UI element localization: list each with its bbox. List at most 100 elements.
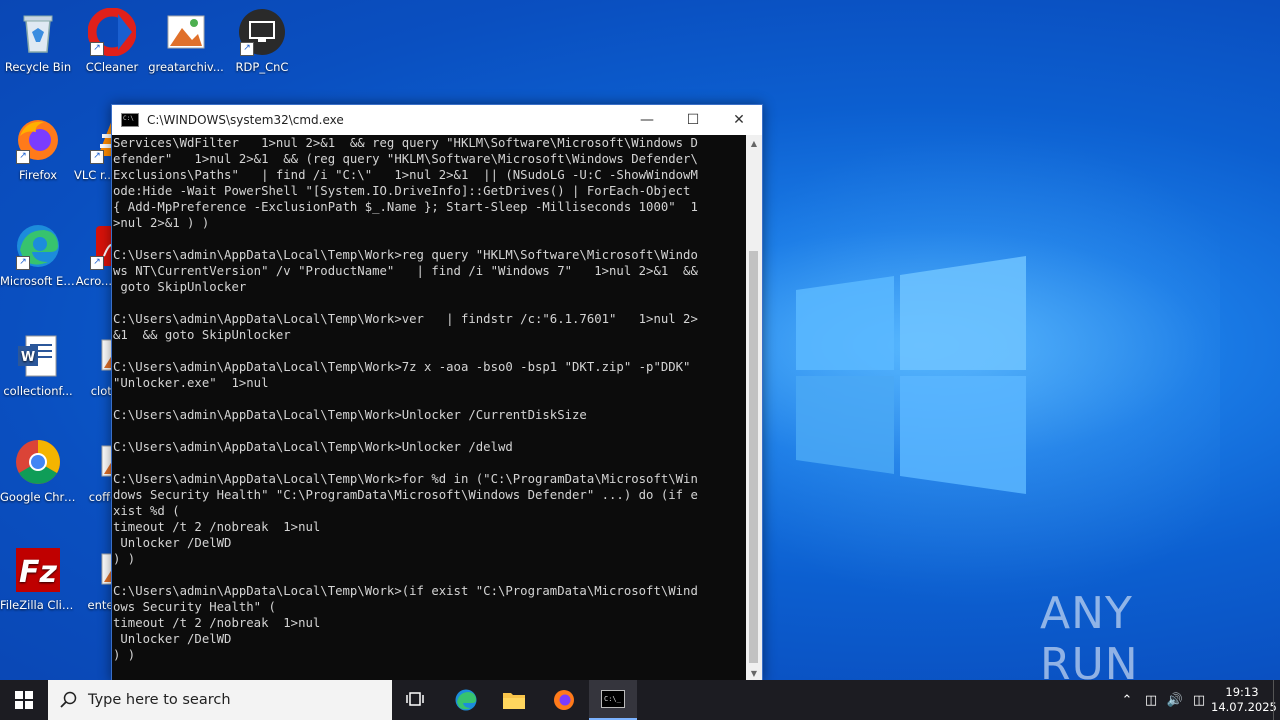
console-line: C:\Users\admin\AppData\Local\Temp\Work>r… xyxy=(113,248,698,262)
console-line: Services\WdFilter 1>nul 2>&1 && reg quer… xyxy=(113,136,698,150)
task-view-icon xyxy=(406,692,424,706)
task-view-button[interactable] xyxy=(392,680,440,720)
console-line: Unlocker /DelWD xyxy=(113,536,232,550)
ccleaner-icon: ↗ xyxy=(87,7,137,57)
cmd-titlebar[interactable]: C:\WINDOWS\system32\cmd.exe — ☐ ✕ xyxy=(112,105,762,135)
scroll-down-arrow-icon[interactable]: ▼ xyxy=(746,665,762,681)
filezilla-icon: Fz xyxy=(14,546,62,594)
volume-icon[interactable]: 🔊 xyxy=(1163,693,1187,708)
image-file-icon xyxy=(162,8,210,56)
taskbar-edge[interactable] xyxy=(442,680,490,720)
console-line: C:\Users\admin\AppData\Local\Temp\Work>U… xyxy=(113,408,587,422)
shortcut-arrow-icon: ↗ xyxy=(90,150,104,164)
power-icon[interactable]: ◫ xyxy=(1139,693,1163,708)
edge-icon xyxy=(455,689,477,711)
console-line: dows Security Health" "C:\ProgramData\Mi… xyxy=(113,488,698,502)
console-line: ) ) xyxy=(113,648,136,662)
taskbar-search-box[interactable]: Type here to search xyxy=(48,680,392,720)
clock-time: 19:13 xyxy=(1225,685,1259,699)
start-button[interactable] xyxy=(0,680,48,720)
svg-text:Fz: Fz xyxy=(19,555,57,590)
console-line: efender" 1>nul 2>&1 && (reg query "HKLM\… xyxy=(113,152,698,166)
desktop-icon-greatarchive[interactable]: greatarchiv... xyxy=(148,8,224,75)
desktop-icon-filezilla[interactable]: Fz FileZilla Client xyxy=(0,546,76,613)
word-document-icon: W xyxy=(14,332,62,380)
maximize-button[interactable]: ☐ xyxy=(670,105,716,135)
chrome-icon xyxy=(14,438,62,486)
window-title: C:\WINDOWS\system32\cmd.exe xyxy=(147,113,344,127)
console-line: ws NT\CurrentVersion" /v "ProductName" |… xyxy=(113,264,698,278)
chevron-up-icon[interactable]: ⌃ xyxy=(1115,693,1139,708)
console-line: C:\Users\admin\AppData\Local\Temp\Work>f… xyxy=(113,472,698,486)
search-icon xyxy=(60,691,77,708)
scroll-up-arrow-icon[interactable]: ▲ xyxy=(746,135,762,151)
console-line: xist %d ( xyxy=(113,504,180,518)
shortcut-arrow-icon: ↗ xyxy=(90,256,104,270)
console-line: &1 && goto SkipUnlocker xyxy=(113,328,291,342)
scrollbar-thumb[interactable] xyxy=(749,251,758,663)
system-tray: ⌃ ◫ 🔊 ◫ 19:13 14.07.2025 xyxy=(1115,680,1280,720)
search-placeholder: Type here to search xyxy=(88,692,231,708)
console-line: ) ) xyxy=(113,552,136,566)
vertical-scrollbar[interactable]: ▲ ▼ xyxy=(746,135,762,681)
console-line: Exclusions\Paths" | find /i "C:\" 1>nul … xyxy=(113,168,698,182)
svg-text:C:\_: C:\_ xyxy=(604,695,622,703)
rdp-icon: ↗ xyxy=(238,8,286,56)
desktop-icon-edge[interactable]: ↗ Microsoft Edge xyxy=(0,222,76,289)
desktop-icon-firefox[interactable]: ↗ Firefox xyxy=(0,116,76,183)
desktop-icon-chrome[interactable]: Google Chrome xyxy=(0,438,76,505)
console-line: >nul 2>&1 ) ) xyxy=(113,216,210,230)
clock-date: 14.07.2025 xyxy=(1211,700,1277,714)
console-line: "Unlocker.exe" 1>nul xyxy=(113,376,269,390)
console-line: Unlocker /DelWD xyxy=(113,632,232,646)
windows-wallpaper-logo xyxy=(796,256,1026,494)
network-icon[interactable]: ◫ xyxy=(1187,693,1211,708)
desktop-icon-recycle-bin[interactable]: Recycle Bin xyxy=(0,8,76,75)
anyrun-watermark: ANY RUN xyxy=(1040,588,1139,690)
console-output[interactable]: Services\WdFilter 1>nul 2>&1 && reg quer… xyxy=(112,135,746,681)
console-line: timeout /t 2 /nobreak 1>nul xyxy=(113,520,321,534)
firefox-icon xyxy=(554,690,574,710)
edge-icon: ↗ xyxy=(14,222,62,270)
cmd-window[interactable]: C:\WINDOWS\system32\cmd.exe — ☐ ✕ Servic… xyxy=(111,104,763,682)
shortcut-arrow-icon: ↗ xyxy=(240,42,254,56)
console-line: C:\Users\admin\AppData\Local\Temp\Work>(… xyxy=(113,584,698,598)
console-line: timeout /t 2 /nobreak 1>nul xyxy=(113,616,321,630)
cmd-icon: C:\_ xyxy=(601,690,625,708)
console-line: C:\Users\admin\AppData\Local\Temp\Work>U… xyxy=(113,440,513,454)
console-line: ows Security Health" ( xyxy=(113,600,276,614)
svg-text:W: W xyxy=(21,350,35,365)
taskbar-firefox[interactable] xyxy=(540,680,588,720)
desktop-icon-collection[interactable]: W collectionf... xyxy=(0,332,76,399)
minimize-button[interactable]: — xyxy=(624,105,670,135)
console-line: ode:Hide -Wait PowerShell "[System.IO.Dr… xyxy=(113,184,691,198)
shortcut-arrow-icon: ↗ xyxy=(16,256,30,270)
console-line: goto SkipUnlocker xyxy=(113,280,247,294)
close-button[interactable]: ✕ xyxy=(716,105,762,135)
desktop-icon-ccleaner[interactable]: ↗ CCleaner xyxy=(74,7,150,75)
clock[interactable]: 19:13 14.07.2025 xyxy=(1211,685,1277,715)
taskbar-cmd[interactable]: C:\_ xyxy=(589,680,637,720)
console-line: { Add-MpPreference -ExclusionPath $_.Nam… xyxy=(113,200,698,214)
shortcut-arrow-icon: ↗ xyxy=(90,42,104,56)
desktop-icon-rdp-cnc[interactable]: ↗ RDP_CnC xyxy=(224,8,300,75)
taskbar: Type here to search C:\_ ⌃ ◫ 🔊 ◫ 19:13 1… xyxy=(0,680,1280,720)
taskbar-file-explorer[interactable] xyxy=(490,680,538,720)
shortcut-arrow-icon: ↗ xyxy=(16,150,30,164)
firefox-icon: ↗ xyxy=(14,116,62,164)
show-desktop-button[interactable] xyxy=(1273,680,1280,720)
cmd-icon xyxy=(121,113,139,127)
console-line: C:\Users\admin\AppData\Local\Temp\Work>7… xyxy=(113,360,691,374)
console-line: C:\Users\admin\AppData\Local\Temp\Work>v… xyxy=(113,312,698,326)
recycle-bin-icon xyxy=(14,8,62,56)
folder-icon xyxy=(503,693,525,709)
windows-logo-icon xyxy=(15,691,33,709)
